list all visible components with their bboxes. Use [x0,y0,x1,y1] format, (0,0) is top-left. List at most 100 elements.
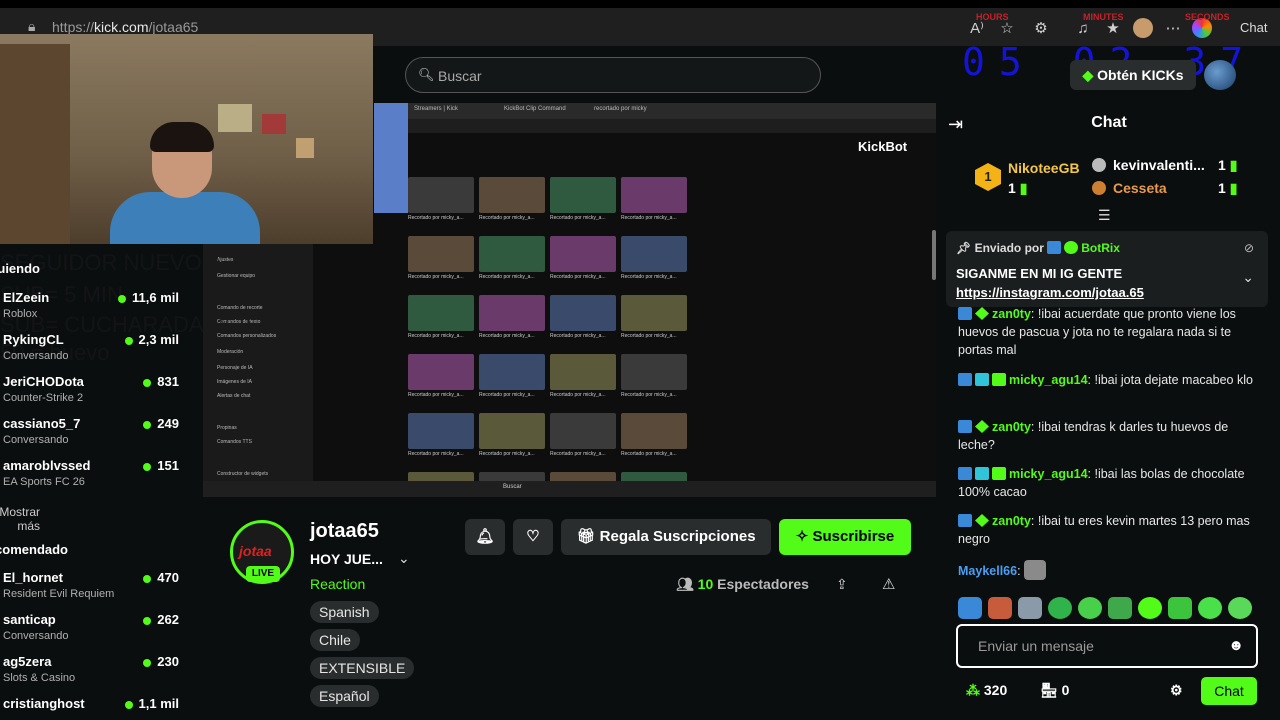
clip-label: Recortado por micky_a... [479,274,535,280]
send-chat-button[interactable]: Chat [1201,677,1257,705]
clip-thumbnail[interactable] [408,236,474,272]
clip-thumbnail[interactable] [621,295,687,331]
follow-heart-button[interactable]: ♡ [513,519,553,555]
more-menu-icon[interactable]: ⋯ [1158,19,1188,37]
clip-thumbnail[interactable] [479,236,545,272]
clip-label: Recortado por micky_a... [550,392,606,398]
sidebar-channel[interactable]: RykingCL Conversando 2,3 mil [3,332,193,372]
profile-avatar-icon[interactable] [1133,18,1153,38]
clip-label: Recortado por micky_a... [621,392,677,398]
subscribe-button[interactable]: ✧ Suscribirse [779,519,911,555]
url-prefix: https:// [52,19,95,35]
leader-name[interactable]: NikoteeGB [1008,160,1080,176]
chevron-down-icon[interactable]: ⌄ [1242,269,1254,286]
chat-message: Maykell66: [958,560,1258,580]
clip-thumbnail[interactable] [550,354,616,390]
emote-icon[interactable] [988,597,1012,619]
pinned-by: 📌︎ Enviado por BotRix [956,241,1120,255]
clip-thumbnail[interactable] [550,236,616,272]
tag-extensible[interactable]: EXTENSIBLE [310,657,415,679]
clip-thumbnail[interactable] [408,177,474,213]
clip-thumbnail[interactable] [479,354,545,390]
sidebar-channel[interactable]: cristianghost 1,1 mil [3,696,193,720]
pinned-link[interactable]: https://instagram.com/jotaa.65 [956,285,1144,300]
stream-category[interactable]: Reaction [310,576,365,592]
clip-thumbnail[interactable] [408,354,474,390]
chevron-down-icon[interactable]: ⌄ [398,550,410,567]
tag-espanol[interactable]: Español [310,685,379,707]
clip-thumbnail[interactable] [621,177,687,213]
emote-row [958,597,1252,619]
clip-label: Recortado por micky_a... [550,274,606,280]
gift-subs-button[interactable]: 🎁︎ Regala Suscripciones [561,519,771,555]
clip-thumbnail[interactable] [550,295,616,331]
channel-name-title[interactable]: jotaa65 [310,520,379,543]
url-path: /jotaa65 [148,19,199,35]
emote-icon[interactable] [1138,597,1162,619]
tag-chile[interactable]: Chile [310,629,360,651]
video-browser-tabs: Streamers | Kick KickBot Clip Command re… [408,103,936,119]
channel-category: Counter-Strike 2 [3,392,84,404]
points-icon: ⁂ [966,682,984,698]
clip-thumbnail[interactable] [550,413,616,449]
emote-icon[interactable] [1108,597,1132,619]
sidebar-channel[interactable]: santicap Conversando 262 [3,612,193,652]
emote-icon[interactable] [958,597,982,619]
share-icon[interactable]: ⇪ [836,576,848,593]
browser-chat-label[interactable]: Chat [1240,20,1267,35]
clip-thumbnail[interactable] [621,236,687,272]
show-more-link[interactable]: Mostrar más [0,505,40,533]
sidebar-channel[interactable]: El_hornet Resident Evil Requiem 470 [3,570,193,610]
clip-thumbnail[interactable] [479,177,545,213]
url-domain: kick.com [94,19,149,35]
clip-label: Recortado por micky_a... [550,215,606,221]
emote-icon[interactable] [1198,597,1222,619]
extensions-icon[interactable]: ⚙ [1026,19,1056,37]
clip-thumbnail[interactable] [479,413,545,449]
sidebar-channel[interactable]: JeriCHODota Counter-Strike 2 831 [3,374,193,414]
video-side-item: Alertas de chat [217,393,251,399]
sidebar-channel[interactable]: ag5zera Slots & Casino 230 [3,654,193,694]
sidebar-channel[interactable]: cassiano5_7 Conversando 249 [3,416,193,456]
emote-icon[interactable] [1018,597,1042,619]
chat-settings-icon[interactable]: ⚙ [1170,682,1183,699]
emote-icon[interactable] [1048,597,1072,619]
notification-bell-button[interactable]: 🔔︎ [465,519,505,555]
leader-name[interactable]: kevinvalenti... [1113,157,1205,173]
video-scrollbar[interactable] [932,230,936,280]
clip-thumbnail[interactable] [621,354,687,390]
chat-message: zan0ty: !ibai tendras k darles tu huevos… [958,420,1229,452]
emoji-icon[interactable]: ☻ [1228,637,1244,654]
clip-thumbnail[interactable] [479,295,545,331]
clip-thumbnail[interactable] [408,413,474,449]
user-avatar[interactable] [1204,60,1236,90]
search-input: Buscar [438,68,482,84]
unpin-icon[interactable]: ⊘ [1244,241,1254,255]
clip-thumbnail[interactable] [408,295,474,331]
seconds-label: SECONDS [1185,12,1230,22]
video-blue-panel [374,103,408,213]
kicks-icon: ◆ [1082,67,1098,83]
store-count[interactable]: 🏪︎ 0 [1040,682,1069,699]
media-icon[interactable]: ♫ [1068,20,1098,37]
live-badge: LIVE [246,566,280,582]
report-warning-icon[interactable]: ⚠ [882,575,895,593]
tag-spanish[interactable]: Spanish [310,601,379,623]
channel-points[interactable]: ⁂ 320 [966,682,1007,699]
emote-icon[interactable] [1228,597,1252,619]
expand-leaderboard-icon[interactable]: ☰ [1098,207,1111,224]
chat-input[interactable]: Enviar un mensaje ☻ [956,624,1258,668]
sidebar-channel[interactable]: ElZeein Roblox 11,6 mil [3,290,193,330]
sidebar-channel[interactable]: amaroblvssed EA Sports FC 26 151 [3,458,193,498]
get-kicks-button[interactable]: ◆ Obtén KICKs [1070,60,1196,90]
following-header: Siguiendo [0,261,40,276]
emote-icon[interactable] [1078,597,1102,619]
timer-hours: 05 [962,40,1036,84]
clip-thumbnail[interactable] [621,413,687,449]
emote-icon[interactable] [1168,597,1192,619]
leader-name[interactable]: Cesseta [1113,180,1167,196]
site-info-icon[interactable]: 🔒︎ [28,18,35,35]
clip-thumbnail[interactable] [550,177,616,213]
search-bar[interactable]: 🔍︎ Buscar [405,57,821,93]
address-bar[interactable]: https://kick.com/jotaa65 [52,19,198,35]
